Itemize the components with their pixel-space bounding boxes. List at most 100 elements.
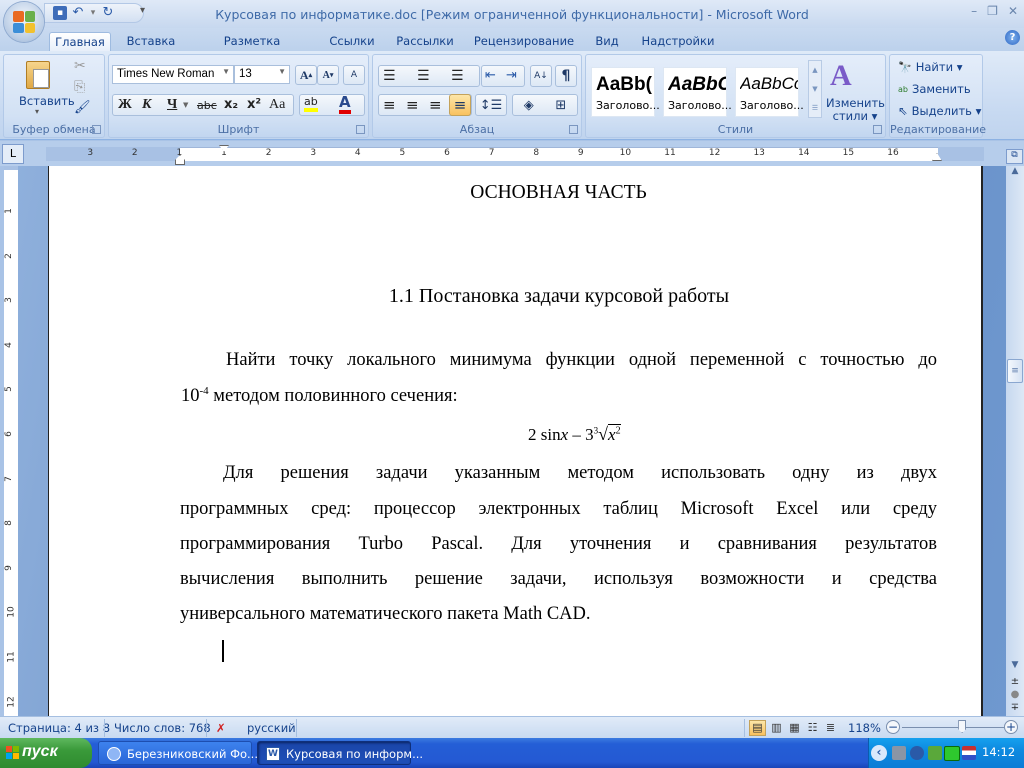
taskbar-item-browser[interactable]: Березниковский Фо... <box>98 741 258 765</box>
vertical-scrollbar[interactable] <box>1006 166 1024 716</box>
superscript-button[interactable]: x² <box>247 97 261 112</box>
close-button[interactable]: ✕ <box>1008 4 1018 18</box>
ruler-numbers: 3 2 1 1 2 3 4 5 6 7 8 9 10 11 12 13 14 15 16 <box>0 147 1024 161</box>
italic-button[interactable]: К <box>142 97 152 113</box>
office-logo-icon <box>13 11 35 33</box>
subscript-button[interactable]: x₂ <box>224 97 238 112</box>
vertical-ruler-number: 7 <box>3 475 14 482</box>
vertical-ruler-number: 1 <box>3 208 14 214</box>
zoom-in-button[interactable]: + <box>1004 720 1018 734</box>
heading-main: ОСНОВНАЯ ЧАСТЬ <box>470 182 647 203</box>
increase-indent-button[interactable]: ⇥ <box>506 68 517 83</box>
font-size-combo[interactable]: 13 ▼ <box>234 65 290 84</box>
tab-insert[interactable]: Вставка <box>122 32 180 51</box>
network-icon[interactable] <box>892 746 906 760</box>
clear-formatting-button[interactable]: A <box>343 65 365 85</box>
show-marks-button[interactable]: ¶ <box>555 65 577 87</box>
copy-icon[interactable]: ⎘ <box>74 79 85 95</box>
change-case-button[interactable]: Aa <box>269 97 285 113</box>
justify-button[interactable]: ≡ <box>449 94 471 116</box>
zoom-slider-track[interactable] <box>902 727 1004 728</box>
office-button[interactable] <box>4 2 44 42</box>
document-page[interactable] <box>48 166 983 716</box>
paragraph-group: ☰ ☰ ☰ ⇤ ⇥ A↓ ¶ ≡ ≡ ≡ ≡ ↕ ☰ ◈ ⊞ Абзац <box>372 54 582 138</box>
styles-gallery-scroll[interactable]: ▲ ▼ ☰ <box>808 60 822 118</box>
draft-view-button[interactable]: ≣ <box>822 720 839 736</box>
antivirus-icon[interactable] <box>910 746 924 760</box>
paragraph-dialog-launcher[interactable] <box>569 125 578 134</box>
clipboard-dialog-launcher[interactable] <box>92 125 101 134</box>
taskbar-item-word[interactable]: W Курсовая по информ... <box>257 741 423 765</box>
font-name-combo[interactable]: Times New Roman ▼ <box>112 65 234 84</box>
tab-addins[interactable]: Надстройки <box>640 32 716 51</box>
line-spacing-button[interactable]: ↕ ☰ <box>475 94 507 116</box>
shading-button[interactable]: ◈ <box>524 98 534 113</box>
borders-button[interactable]: ⊞ <box>555 98 566 113</box>
tab-view[interactable]: Вид <box>592 32 622 51</box>
paste-button[interactable]: Вставить ▾ <box>14 57 75 119</box>
align-left-button[interactable]: ≡ <box>383 96 396 114</box>
select-browse-object-button[interactable]: ● <box>1007 689 1023 703</box>
tab-review[interactable]: Рецензирование <box>472 32 576 51</box>
decrease-indent-button[interactable]: ⇤ <box>485 68 496 83</box>
split-view-button[interactable]: ⧉ <box>1006 149 1023 164</box>
next-page-button[interactable]: ∓ <box>1007 702 1023 716</box>
paragraph-1-line-1: Найти точку локального минимума функции … <box>226 350 937 370</box>
print-layout-view-button[interactable]: ▤ <box>749 720 766 736</box>
page-indicator[interactable]: Страница: 4 из 8 <box>8 721 110 735</box>
tab-mailings[interactable]: Рассылки <box>394 32 456 51</box>
word-count[interactable]: Число слов: 768 <box>114 721 211 735</box>
font-dialog-launcher[interactable] <box>356 125 365 134</box>
underline-dropdown-icon[interactable]: ▼ <box>183 101 188 109</box>
style-heading-2[interactable]: AaBbC Заголово... <box>663 67 732 117</box>
status-icon[interactable] <box>944 746 960 761</box>
proofing-icon[interactable]: ✗ <box>216 721 226 735</box>
zoom-level[interactable]: 118% <box>848 721 881 735</box>
align-right-button[interactable]: ≡ <box>429 96 442 114</box>
find-button[interactable]: 🔭 Найти ▾ <box>898 60 962 74</box>
zoom-slider-thumb[interactable] <box>958 720 967 733</box>
vertical-ruler-number: 4 <box>3 341 14 348</box>
tab-home[interactable]: Главная <box>49 32 111 51</box>
shrink-font-button[interactable]: A ▾ <box>317 65 339 85</box>
underline-button[interactable]: Ч <box>167 97 177 113</box>
style-heading-3[interactable]: AaBbCc Заголово... <box>735 67 804 117</box>
replace-button[interactable]: ab Заменить <box>898 82 971 96</box>
language-flag-icon[interactable] <box>962 746 976 760</box>
text-cursor <box>222 640 224 662</box>
tab-page-layout[interactable]: Разметка страницы <box>194 32 310 62</box>
cut-icon[interactable]: ✂ <box>74 58 86 74</box>
previous-page-button[interactable]: ± <box>1007 676 1023 690</box>
paragraph-2-line-3: программирования Turbo Pascal. Для уточн… <box>180 534 937 554</box>
numbering-button[interactable]: ☰ <box>417 68 430 84</box>
tray-expand-button[interactable]: ‹ <box>871 745 887 761</box>
align-center-button[interactable]: ≡ <box>406 96 419 114</box>
scroll-up-button[interactable]: ▲ <box>1007 166 1023 182</box>
styles-dialog-launcher[interactable] <box>873 125 882 134</box>
strikethrough-button[interactable]: abc <box>197 99 217 112</box>
restore-button[interactable]: ❐ <box>987 4 998 18</box>
sort-button[interactable]: A↓ <box>530 65 552 87</box>
zoom-out-button[interactable]: − <box>886 720 900 734</box>
grow-font-button[interactable]: A ▴ <box>295 65 317 85</box>
web-layout-view-button[interactable]: ▦ <box>786 720 803 736</box>
multilevel-list-button[interactable]: ☰ <box>451 68 464 84</box>
scroll-down-button[interactable]: ▼ <box>1007 660 1023 674</box>
scroll-thumb[interactable]: ≡ <box>1007 359 1023 383</box>
outline-view-button[interactable]: ☷ <box>804 720 821 736</box>
bullets-button[interactable]: ☰ <box>383 68 396 84</box>
vertical-ruler-number: 10 <box>6 606 17 619</box>
style-heading-1[interactable]: AaBb( Заголово... <box>591 67 660 117</box>
language-indicator[interactable]: русский <box>247 721 296 735</box>
hardware-icon[interactable] <box>928 746 942 760</box>
minimize-button[interactable]: – <box>971 4 977 18</box>
bold-button[interactable]: Ж <box>118 97 132 113</box>
highlight-button[interactable]: ab <box>304 96 318 112</box>
format-painter-icon[interactable]: 🖌 <box>74 100 91 115</box>
change-styles-button[interactable]: Изменить стили ▾ <box>826 97 885 123</box>
help-icon[interactable]: ? <box>1005 30 1020 45</box>
select-button[interactable]: ⇖ Выделить ▾ <box>898 104 981 118</box>
full-screen-reading-view-button[interactable]: ▥ <box>768 720 785 736</box>
font-color-button[interactable]: A <box>339 95 351 114</box>
tab-references[interactable]: Ссылки <box>326 32 378 51</box>
